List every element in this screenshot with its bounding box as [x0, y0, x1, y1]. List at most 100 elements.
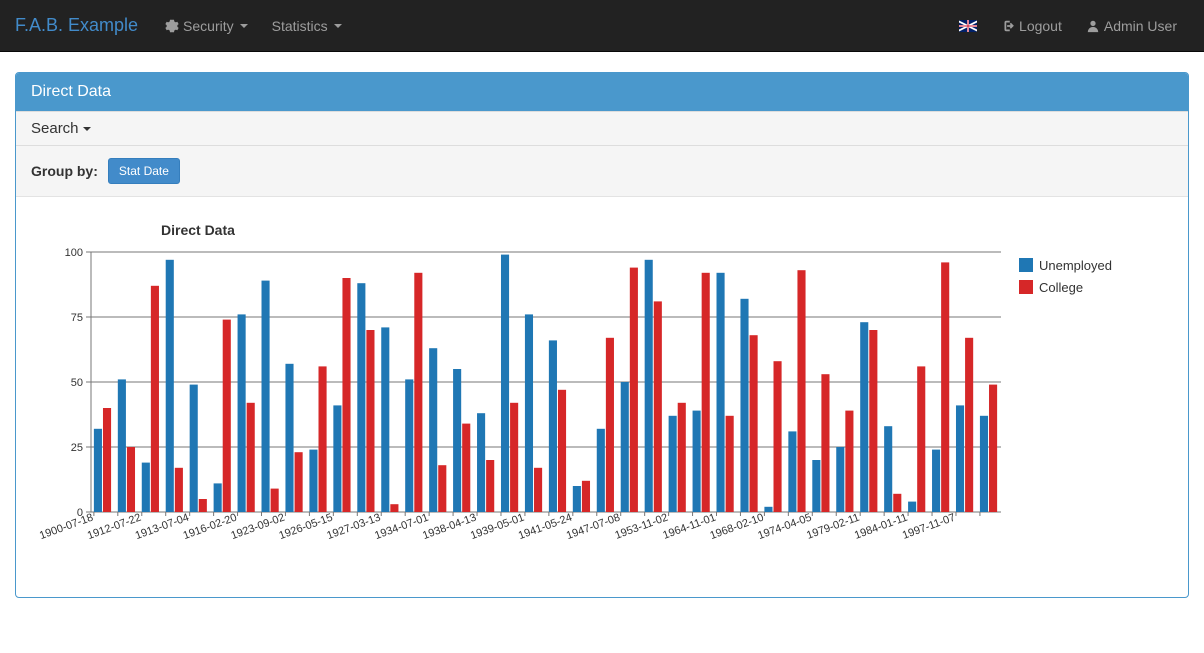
bar-college[interactable] [438, 465, 446, 512]
bar-college[interactable] [558, 390, 566, 512]
top-navbar: F.A.B. Example Security Statistics Logou… [0, 0, 1204, 52]
bar-college[interactable] [151, 286, 159, 512]
bar-unemployed[interactable] [501, 255, 509, 512]
bar-unemployed[interactable] [357, 283, 365, 512]
bar-unemployed[interactable] [477, 413, 485, 512]
bar-unemployed[interactable] [717, 273, 725, 512]
bar-unemployed[interactable] [669, 416, 677, 512]
nav-language[interactable] [947, 5, 989, 47]
bar-college[interactable] [414, 273, 422, 512]
bar-college[interactable] [366, 330, 374, 512]
nav-user[interactable]: Admin User [1074, 3, 1189, 49]
bar-college[interactable] [989, 385, 997, 512]
bar-college[interactable] [654, 301, 662, 512]
nav-logout-label: Logout [1019, 18, 1062, 34]
svg-text:25: 25 [71, 442, 83, 454]
legend-label[interactable]: College [1039, 280, 1083, 295]
bar-unemployed[interactable] [932, 450, 940, 512]
bar-unemployed[interactable] [190, 385, 198, 512]
bar-college[interactable] [750, 335, 758, 512]
bar-unemployed[interactable] [166, 260, 174, 512]
bar-unemployed[interactable] [429, 348, 437, 512]
bar-unemployed[interactable] [405, 379, 413, 512]
bar-college[interactable] [271, 489, 279, 512]
bar-unemployed[interactable] [262, 281, 270, 512]
bar-unemployed[interactable] [94, 429, 102, 512]
bar-unemployed[interactable] [740, 299, 748, 512]
bar-college[interactable] [893, 494, 901, 512]
bar-college[interactable] [247, 403, 255, 512]
bar-unemployed[interactable] [238, 314, 246, 512]
bar-college[interactable] [175, 468, 183, 512]
sign-out-icon [1001, 19, 1015, 33]
bar-college[interactable] [582, 481, 590, 512]
bar-unemployed[interactable] [645, 260, 653, 512]
bar-college[interactable] [726, 416, 734, 512]
bar-college[interactable] [702, 273, 710, 512]
bar-college[interactable] [965, 338, 973, 512]
bar-unemployed[interactable] [956, 405, 964, 512]
bar-college[interactable] [941, 262, 949, 512]
bar-college[interactable] [678, 403, 686, 512]
bar-college[interactable] [486, 460, 494, 512]
bar-college[interactable] [462, 424, 470, 512]
bar-unemployed[interactable] [381, 327, 389, 512]
bar-unemployed[interactable] [597, 429, 605, 512]
bar-college[interactable] [534, 468, 542, 512]
groupby-row: Group by: Stat Date [16, 146, 1188, 197]
bar-unemployed[interactable] [525, 314, 533, 512]
bar-college[interactable] [630, 268, 638, 512]
bar-unemployed[interactable] [980, 416, 988, 512]
legend-swatch[interactable] [1019, 258, 1033, 272]
bar-unemployed[interactable] [860, 322, 868, 512]
bar-unemployed[interactable] [142, 463, 150, 512]
bar-unemployed[interactable] [549, 340, 557, 512]
legend-swatch[interactable] [1019, 280, 1033, 294]
nav-statistics[interactable]: Statistics [260, 3, 354, 49]
chart-legend: Unemployed College [1019, 258, 1112, 295]
bar-unemployed[interactable] [884, 426, 892, 512]
legend-label[interactable]: Unemployed [1039, 258, 1112, 273]
bar-college[interactable] [869, 330, 877, 512]
brand-link[interactable]: F.A.B. Example [15, 0, 153, 51]
bar-unemployed[interactable] [693, 411, 701, 512]
svg-text:1927-03-13: 1927-03-13 [325, 512, 382, 543]
bar-unemployed[interactable] [285, 364, 293, 512]
bar-college[interactable] [797, 270, 805, 512]
bar-unemployed[interactable] [788, 431, 796, 512]
bar-college[interactable] [390, 504, 398, 512]
bar-college[interactable] [103, 408, 111, 512]
chart-title: Direct Data [161, 222, 1173, 238]
groupby-statdate-button[interactable]: Stat Date [108, 158, 180, 184]
bar-unemployed[interactable] [764, 507, 772, 512]
bar-college[interactable] [606, 338, 614, 512]
bar-unemployed[interactable] [118, 379, 126, 512]
bar-college[interactable] [845, 411, 853, 512]
svg-text:1916-02-20: 1916-02-20 [182, 512, 239, 543]
bar-unemployed[interactable] [621, 382, 629, 512]
bar-college[interactable] [342, 278, 350, 512]
nav-security-label: Security [183, 18, 234, 34]
nav-security[interactable]: Security [153, 3, 260, 49]
bar-unemployed[interactable] [214, 483, 222, 512]
bar-college[interactable] [223, 320, 231, 512]
bar-unemployed[interactable] [908, 502, 916, 512]
bar-unemployed[interactable] [836, 447, 844, 512]
bar-unemployed[interactable] [812, 460, 820, 512]
bar-college[interactable] [319, 366, 327, 512]
svg-text:100: 100 [65, 247, 83, 259]
bar-unemployed[interactable] [573, 486, 581, 512]
nav-logout[interactable]: Logout [989, 3, 1074, 49]
bar-college[interactable] [510, 403, 518, 512]
bar-unemployed[interactable] [333, 405, 341, 512]
search-toggle[interactable]: Search [31, 120, 91, 137]
bar-unemployed[interactable] [309, 450, 317, 512]
bar-college[interactable] [199, 499, 207, 512]
bar-college[interactable] [774, 361, 782, 512]
bar-college[interactable] [917, 366, 925, 512]
panel-title: Direct Data [16, 73, 1188, 111]
bar-college[interactable] [295, 452, 303, 512]
bar-college[interactable] [127, 447, 135, 512]
bar-unemployed[interactable] [453, 369, 461, 512]
bar-college[interactable] [821, 374, 829, 512]
